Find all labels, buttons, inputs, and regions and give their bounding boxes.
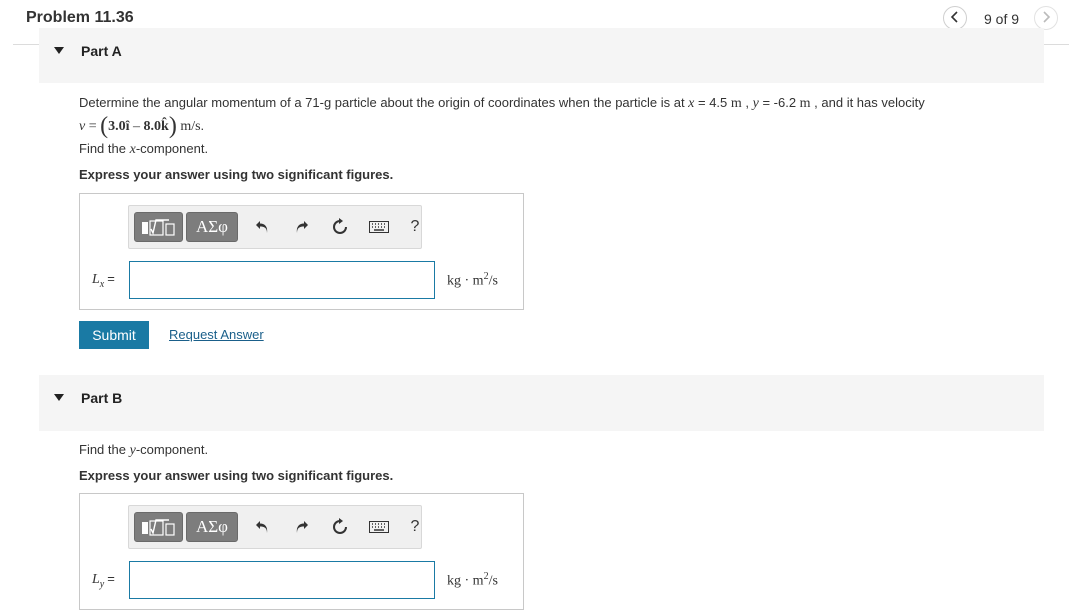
undo-icon — [256, 521, 268, 533]
part-a-label: Part A — [81, 43, 122, 59]
math-toolbar: ΑΣφ ? — [128, 205, 422, 249]
request-answer-link[interactable]: Request Answer — [169, 327, 264, 342]
part-b-header[interactable]: Part B — [39, 375, 1044, 431]
redo-button[interactable] — [290, 216, 312, 238]
velocity-expression: v = (3.0î – 8.0k̂) m/s. — [79, 113, 205, 139]
templates-button[interactable] — [134, 212, 183, 242]
redo-icon — [296, 221, 308, 233]
answer-label-ly: Ly = — [92, 571, 115, 590]
chevron-left-icon — [950, 11, 960, 25]
previous-problem-button[interactable] — [943, 6, 967, 30]
help-button[interactable]: ? — [404, 516, 426, 538]
templates-icon — [142, 219, 175, 236]
part-a-instruction: Express your answer using two significan… — [79, 167, 394, 182]
greek-symbols-button[interactable]: ΑΣφ — [186, 512, 238, 542]
answer-label-lx: Lx = — [92, 271, 115, 290]
templates-button[interactable] — [134, 512, 183, 542]
answer-unit: kg · m2/s — [447, 271, 498, 289]
keyboard-icon — [369, 221, 389, 233]
part-b-label: Part B — [81, 390, 123, 406]
reset-icon — [333, 518, 347, 534]
redo-icon — [296, 521, 308, 533]
lx-answer-input[interactable] — [129, 261, 435, 299]
greek-symbols-button[interactable]: ΑΣφ — [186, 212, 238, 242]
page-indicator: 9 of 9 — [984, 11, 1020, 27]
templates-icon — [142, 519, 175, 536]
reset-button[interactable] — [329, 516, 351, 538]
part-a-question: Determine the angular momentum of a 71-g… — [79, 95, 925, 111]
redo-button[interactable] — [290, 516, 312, 538]
keyboard-icon — [369, 521, 389, 533]
reset-button[interactable] — [329, 216, 351, 238]
keyboard-button[interactable] — [368, 216, 390, 238]
part-a-answer-box: ΑΣφ ? Lx = kg · m2/s — [79, 193, 524, 310]
keyboard-button[interactable] — [368, 516, 390, 538]
page-title: Problem 11.36 — [26, 9, 134, 26]
reset-icon — [333, 218, 347, 234]
math-toolbar: ΑΣφ ? — [128, 505, 422, 549]
part-b-answer-box: ΑΣφ ? Ly = kg · m2/s — [79, 493, 524, 610]
part-b-find-text: Find the y-component. — [79, 442, 209, 458]
part-a-find-text: Find the x-component. — [79, 141, 209, 157]
chevron-right-icon — [1041, 11, 1051, 25]
submit-button[interactable]: Submit — [79, 321, 149, 349]
undo-icon — [256, 221, 268, 233]
part-b-instruction: Express your answer using two significan… — [79, 468, 394, 483]
help-button[interactable]: ? — [404, 216, 426, 238]
undo-button[interactable] — [252, 516, 274, 538]
answer-unit: kg · m2/s — [447, 571, 498, 589]
next-problem-button[interactable] — [1034, 6, 1058, 30]
part-a-header[interactable]: Part A — [39, 28, 1044, 83]
collapse-caret-icon[interactable] — [54, 47, 64, 54]
undo-button[interactable] — [252, 216, 274, 238]
ly-answer-input[interactable] — [129, 561, 435, 599]
collapse-caret-icon[interactable] — [54, 394, 64, 401]
